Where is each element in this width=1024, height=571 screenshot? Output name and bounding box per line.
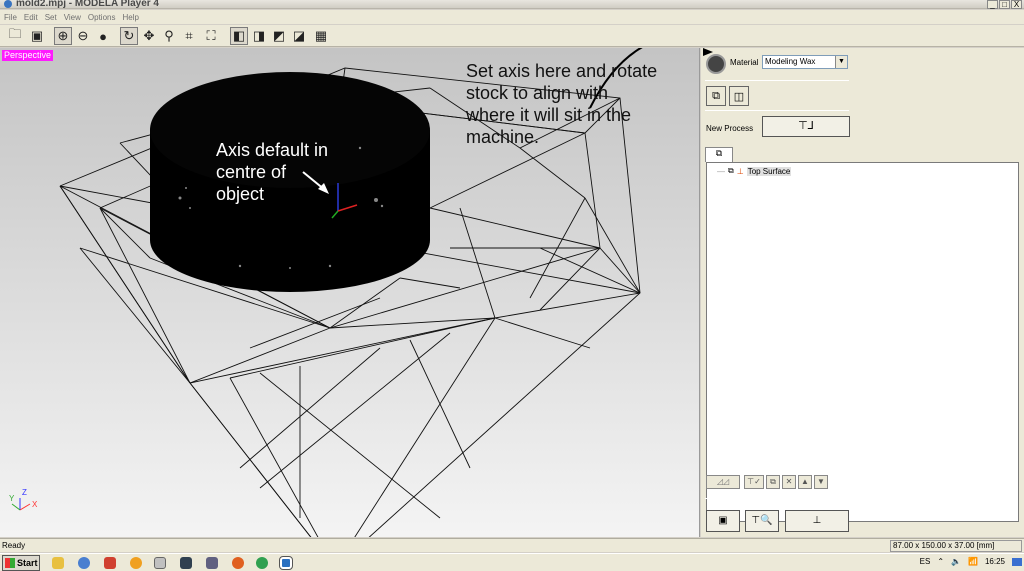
view-multi-icon[interactable]: ▦	[312, 27, 330, 45]
show-desktop-icon[interactable]	[1012, 557, 1022, 566]
folder-icon[interactable]	[52, 557, 64, 569]
axis-y-label: Y	[9, 494, 15, 503]
app-icon-red[interactable]	[104, 557, 116, 569]
material-label: Material	[730, 58, 759, 67]
status-text: Ready	[2, 541, 26, 550]
axis-annotation: Axis default in centre of object	[216, 140, 329, 204]
material-value: Modeling Wax	[765, 57, 816, 66]
tree-item-top-surface[interactable]: — ⧉ ⊥ Top Surface	[717, 166, 792, 176]
media-icon[interactable]	[130, 557, 142, 569]
window-controls: _ □ X	[987, 0, 1022, 9]
process-tab[interactable]: ⧉	[705, 147, 733, 162]
maximize-button[interactable]: □	[999, 0, 1010, 9]
output-button[interactable]: ⊥	[785, 510, 849, 532]
tree-button-row: ◿◿ ⊤✓ ⧉ ✕ ▲ ▼	[706, 475, 828, 489]
axis-z-label: Z	[22, 488, 27, 497]
cut-button[interactable]: ▣	[706, 510, 740, 532]
surface-icon[interactable]: ◿◿	[706, 475, 740, 489]
divider	[705, 80, 849, 81]
view-back-icon[interactable]: ◪	[290, 27, 308, 45]
close-button[interactable]: X	[1011, 0, 1022, 9]
title-bar: mold2.mpj - MODELA Player 4 _ □ X	[0, 0, 1024, 9]
view-front-icon[interactable]: ◨	[250, 27, 268, 45]
pan-icon[interactable]: ✥	[140, 27, 158, 45]
start-button[interactable]: Start	[2, 555, 40, 571]
clock: 16:25	[984, 557, 1005, 566]
new-process-button[interactable]: ⊤⅃	[762, 116, 850, 137]
chevron-down-icon[interactable]: ▼	[835, 56, 847, 68]
view-wire-sphere-icon[interactable]: ⊕	[54, 27, 72, 45]
menu-edit[interactable]: Edit	[24, 13, 38, 22]
move-up-button[interactable]: ▲	[798, 475, 812, 489]
view-iso-icon[interactable]: ◧	[230, 27, 248, 45]
zoom-window-icon[interactable]: ⛶	[202, 27, 220, 45]
menu-help[interactable]: Help	[122, 13, 138, 22]
app-icon-dark[interactable]	[180, 557, 192, 569]
window-title: mold2.mpj - MODELA Player 4	[16, 0, 159, 9]
copy-process-button[interactable]: ⧉	[766, 475, 780, 489]
menu-set[interactable]: Set	[45, 13, 57, 22]
tray-expand-icon[interactable]: ⌃	[937, 557, 944, 566]
tool-icon: ⊥	[736, 166, 744, 176]
model-size-button[interactable]: ◫	[729, 86, 749, 106]
process-panel: Material Modeling Wax ▼ ⧉ ◫ New Process …	[701, 48, 1024, 537]
material-icon[interactable]	[706, 54, 726, 74]
view-solid-sphere-icon[interactable]: ●	[94, 27, 112, 45]
start-label: Start	[17, 558, 38, 568]
rotate-icon[interactable]: ↻	[120, 27, 138, 45]
open-folder-icon[interactable]: 🗀	[6, 26, 24, 45]
delete-process-button[interactable]: ✕	[782, 475, 796, 489]
edit-process-button[interactable]: ⊤✓	[744, 475, 764, 489]
browser-icon[interactable]	[78, 557, 90, 569]
view-hollow-sphere-icon[interactable]: ⊖	[74, 27, 92, 45]
divider	[705, 110, 849, 111]
process-tree: — ⧉ ⊥ Top Surface	[706, 162, 1019, 522]
zoom-icon[interactable]: ⚲	[160, 27, 178, 45]
menu-file[interactable]: File	[4, 13, 17, 22]
3d-viewport[interactable]: Perspective Axis default in centre of ob…	[0, 48, 700, 537]
system-tray: ES ⌃ 🔈 📶 16:25	[920, 557, 1022, 566]
view-side-icon[interactable]: ◩	[270, 27, 288, 45]
stock-size-button[interactable]: ⧉	[706, 86, 726, 106]
stock-dimensions: 87.00 x 150.00 x 37.00 [mm]	[890, 540, 1022, 552]
windows-logo-icon	[5, 558, 15, 568]
menu-options[interactable]: Options	[88, 13, 116, 22]
menu-view[interactable]: View	[64, 13, 81, 22]
move-down-button[interactable]: ▼	[814, 475, 828, 489]
language-indicator[interactable]: ES	[920, 557, 931, 566]
save-icon[interactable]: ▣	[28, 27, 46, 45]
view-mode-label: Perspective	[2, 50, 54, 61]
stock-annotation: Set axis here and rotate stock to align …	[466, 61, 658, 147]
app-icon-grey[interactable]	[154, 557, 166, 569]
menu-bar: File Edit Set View Options Help	[0, 10, 1024, 24]
tree-item-label: Top Surface	[746, 166, 792, 176]
volume-icon[interactable]: 🔈	[951, 557, 961, 566]
network-icon[interactable]: 📶	[968, 557, 978, 566]
minimize-button[interactable]: _	[987, 0, 998, 9]
preview-button[interactable]: ⊤🔍	[745, 510, 779, 532]
taskbar: Start ES ⌃ 🔈 📶 16:25	[0, 553, 1024, 571]
chrome-icon[interactable]	[256, 557, 268, 569]
app-icon-purple[interactable]	[206, 557, 218, 569]
tree-connector: —	[717, 166, 725, 176]
material-select[interactable]: Modeling Wax ▼	[762, 55, 848, 69]
status-bar: Ready 87.00 x 150.00 x 37.00 [mm]	[0, 538, 1024, 552]
new-process-label: New Process	[706, 124, 754, 133]
layers-icon: ⧉	[728, 166, 734, 175]
app-icon	[4, 0, 12, 8]
divider	[705, 498, 849, 499]
axis-x-label: X	[32, 500, 38, 509]
toolbar: 🗀 ▣ ⊕ ⊖ ● ↻ ✥ ⚲ ⌗ ⛶ ◧ ◨ ◩ ◪ ▦	[0, 25, 1024, 47]
firefox-icon[interactable]	[232, 557, 244, 569]
fit-icon[interactable]: ⌗	[180, 27, 198, 45]
modela-task-icon[interactable]	[279, 556, 293, 570]
